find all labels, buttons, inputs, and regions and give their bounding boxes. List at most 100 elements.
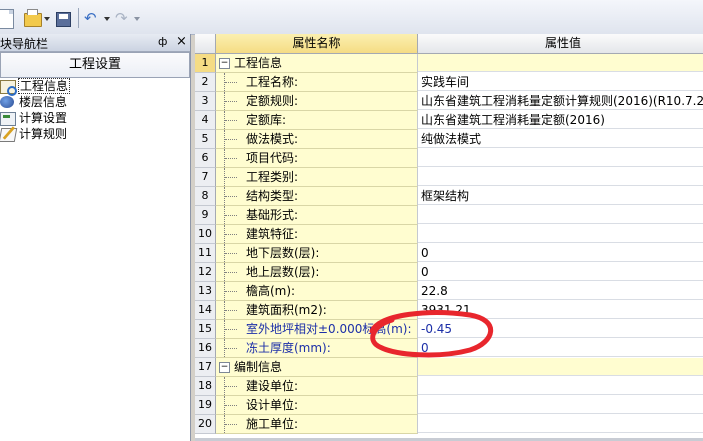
pin-icon[interactable]: ф bbox=[158, 35, 167, 48]
row-number[interactable]: 2 bbox=[195, 73, 216, 92]
property-value-cell[interactable] bbox=[418, 377, 703, 395]
table-row[interactable]: 15 室外地坪相对±0.000标高(m): -0.45 bbox=[195, 320, 703, 339]
property-name-cell[interactable]: 施工单位: bbox=[216, 415, 418, 434]
row-number[interactable]: 20 bbox=[195, 415, 216, 434]
tree-connector bbox=[224, 225, 243, 243]
property-name-cell[interactable]: 做法模式: bbox=[216, 130, 418, 149]
row-number[interactable]: 10 bbox=[195, 225, 216, 244]
property-value-cell[interactable]: -0.45 bbox=[418, 320, 703, 338]
undo-dropdown-arrow-icon[interactable] bbox=[104, 17, 110, 21]
table-row[interactable]: 5 做法模式: 纯做法模式 bbox=[195, 130, 703, 149]
property-value-cell[interactable] bbox=[418, 206, 703, 224]
row-number[interactable]: 18 bbox=[195, 377, 216, 396]
row-number[interactable]: 19 bbox=[195, 396, 216, 415]
column-header-value[interactable]: 属性值 bbox=[418, 34, 703, 54]
property-name-cell[interactable]: 工程类别: bbox=[216, 168, 418, 187]
close-icon[interactable]: × bbox=[176, 34, 187, 49]
property-value-cell[interactable] bbox=[418, 225, 703, 243]
property-value-cell[interactable]: 山东省建筑工程消耗量定额(2016) bbox=[418, 111, 703, 129]
property-name-cell[interactable]: 地下层数(层): bbox=[216, 244, 418, 263]
property-name-cell[interactable]: − 工程信息 bbox=[216, 54, 418, 73]
property-name-cell[interactable]: 室外地坪相对±0.000标高(m): bbox=[216, 320, 418, 339]
property-value-cell[interactable]: 3931.21 bbox=[418, 301, 703, 319]
row-number[interactable]: 17 bbox=[195, 358, 216, 377]
property-name: 设计单位: bbox=[246, 398, 299, 412]
table-row[interactable]: 3 定额规则: 山东省建筑工程消耗量定额计算规则(2016)(R10.7.2. bbox=[195, 92, 703, 111]
property-name-cell[interactable]: 檐高(m): bbox=[216, 282, 418, 301]
table-row[interactable]: 6 项目代码: bbox=[195, 149, 703, 168]
property-name-cell[interactable]: 基础形式: bbox=[216, 206, 418, 225]
open-dropdown-arrow-icon[interactable] bbox=[44, 17, 50, 21]
row-number[interactable]: 15 bbox=[195, 320, 216, 339]
new-file-icon[interactable] bbox=[0, 9, 14, 29]
redo-icon[interactable]: ↷ bbox=[115, 9, 128, 27]
property-value-cell[interactable] bbox=[418, 415, 703, 433]
property-value-cell[interactable]: 0 bbox=[418, 339, 703, 357]
property-name-cell[interactable]: 结构类型: bbox=[216, 187, 418, 206]
tab-project-settings[interactable]: 工程设置 bbox=[0, 52, 190, 78]
table-row[interactable]: 9 基础形式: bbox=[195, 206, 703, 225]
tree-connector bbox=[224, 415, 243, 433]
row-number[interactable]: 12 bbox=[195, 263, 216, 282]
property-name-cell[interactable]: 建筑特征: bbox=[216, 225, 418, 244]
table-row[interactable]: 11 地下层数(层): 0 bbox=[195, 244, 703, 263]
property-value-cell[interactable] bbox=[418, 54, 703, 72]
property-value-cell[interactable]: 纯做法模式 bbox=[418, 130, 703, 148]
collapse-toggle-icon[interactable]: − bbox=[219, 58, 230, 69]
row-number[interactable]: 14 bbox=[195, 301, 216, 320]
row-number[interactable]: 16 bbox=[195, 339, 216, 358]
table-row[interactable]: 20 施工单位: bbox=[195, 415, 703, 434]
column-header-name[interactable]: 属性名称 bbox=[216, 34, 418, 54]
row-number[interactable]: 4 bbox=[195, 111, 216, 130]
group-row[interactable]: 17− 编制信息 bbox=[195, 358, 703, 377]
row-number[interactable]: 3 bbox=[195, 92, 216, 111]
table-row[interactable]: 13 檐高(m): 22.8 bbox=[195, 282, 703, 301]
property-value-cell[interactable] bbox=[418, 358, 703, 376]
property-name-cell[interactable]: 定额规则: bbox=[216, 92, 418, 111]
table-row[interactable]: 4 定额库: 山东省建筑工程消耗量定额(2016) bbox=[195, 111, 703, 130]
property-value-cell[interactable] bbox=[418, 396, 703, 414]
row-number[interactable]: 6 bbox=[195, 149, 216, 168]
table-row[interactable]: 7 工程类别: bbox=[195, 168, 703, 187]
open-folder-icon[interactable] bbox=[24, 9, 42, 27]
table-row[interactable]: 19 设计单位: bbox=[195, 396, 703, 415]
row-number[interactable]: 5 bbox=[195, 130, 216, 149]
redo-dropdown-arrow-icon[interactable] bbox=[134, 17, 140, 21]
table-row[interactable]: 12 地上层数(层): 0 bbox=[195, 263, 703, 282]
property-name-cell[interactable]: 建设单位: bbox=[216, 377, 418, 396]
row-number[interactable]: 13 bbox=[195, 282, 216, 301]
row-number[interactable]: 1 bbox=[195, 54, 216, 73]
table-row[interactable]: 14 建筑面积(m2): 3931.21 bbox=[195, 301, 703, 320]
property-name-cell[interactable]: 项目代码: bbox=[216, 149, 418, 168]
property-name-cell[interactable]: 设计单位: bbox=[216, 396, 418, 415]
table-row[interactable]: 16 冻土厚度(mm): 0 bbox=[195, 339, 703, 358]
property-value-cell[interactable]: 22.8 bbox=[418, 282, 703, 300]
property-value-cell[interactable]: 0 bbox=[418, 244, 703, 262]
row-number[interactable]: 7 bbox=[195, 168, 216, 187]
undo-icon[interactable]: ↶ bbox=[84, 9, 97, 27]
property-value-cell[interactable]: 山东省建筑工程消耗量定额计算规则(2016)(R10.7.2. bbox=[418, 92, 703, 110]
property-value-cell[interactable] bbox=[418, 168, 703, 186]
table-row[interactable]: 2 工程名称: 实践车间 bbox=[195, 73, 703, 92]
table-row[interactable]: 18 建设单位: bbox=[195, 377, 703, 396]
row-number[interactable]: 8 bbox=[195, 187, 216, 206]
table-row[interactable]: 8 结构类型: 框架结构 bbox=[195, 187, 703, 206]
property-value-cell[interactable]: 实践车间 bbox=[418, 73, 703, 91]
property-name-cell[interactable]: 工程名称: bbox=[216, 73, 418, 92]
property-value-cell[interactable] bbox=[418, 149, 703, 167]
property-name-cell[interactable]: 定额库: bbox=[216, 111, 418, 130]
property-value-cell[interactable]: 框架结构 bbox=[418, 187, 703, 205]
property-name-cell[interactable]: 地上层数(层): bbox=[216, 263, 418, 282]
row-number[interactable]: 9 bbox=[195, 206, 216, 225]
nav-item-label: 计算设置 bbox=[19, 111, 68, 125]
table-row[interactable]: 10 建筑特征: bbox=[195, 225, 703, 244]
property-value-cell[interactable]: 0 bbox=[418, 263, 703, 281]
property-name-cell[interactable]: 冻土厚度(mm): bbox=[216, 339, 418, 358]
property-name-cell[interactable]: − 编制信息 bbox=[216, 358, 418, 377]
collapse-toggle-icon[interactable]: − bbox=[219, 362, 230, 373]
save-icon[interactable] bbox=[56, 12, 71, 27]
tree-connector bbox=[224, 73, 243, 91]
property-name-cell[interactable]: 建筑面积(m2): bbox=[216, 301, 418, 320]
row-number[interactable]: 11 bbox=[195, 244, 216, 263]
group-row[interactable]: 1− 工程信息 bbox=[195, 54, 703, 73]
